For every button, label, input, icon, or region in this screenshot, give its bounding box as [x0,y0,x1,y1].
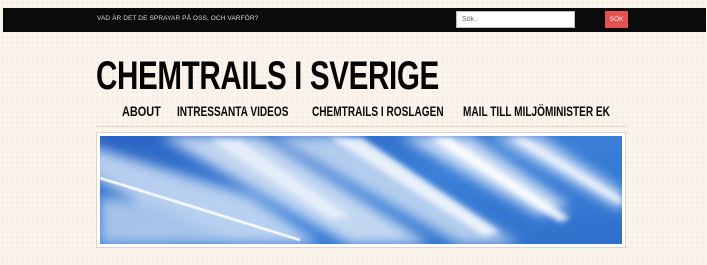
top-bar: VAD ÄR DET DE SPRAYAR PÅ OSS, OCH VARFÖR… [3,8,706,32]
site-title[interactable]: CHEMTRAILS I SVERIGE [96,54,439,98]
page-background: VAD ÄR DET DE SPRAYAR PÅ OSS, OCH VARFÖR… [0,0,707,265]
search-input[interactable] [456,11,575,28]
site-tagline: VAD ÄR DET DE SPRAYAR PÅ OSS, OCH VARFÖR… [97,15,259,22]
nav-item-mail-till-miljominister-ek[interactable]: MAIL TILL MILJÖMINISTER EK [463,101,610,121]
search-button[interactable]: SÖK [605,11,628,28]
sky-contrails-image [100,136,622,244]
nav-item-chemtrails-i-roslagen[interactable]: CHEMTRAILS I ROSLAGEN [312,101,444,121]
nav-item-about[interactable]: ABOUT [122,101,161,121]
nav-divider [96,126,626,127]
hero-banner [96,132,626,248]
nav-item-intressanta-videos[interactable]: INTRESSANTA VIDEOS [177,101,288,121]
